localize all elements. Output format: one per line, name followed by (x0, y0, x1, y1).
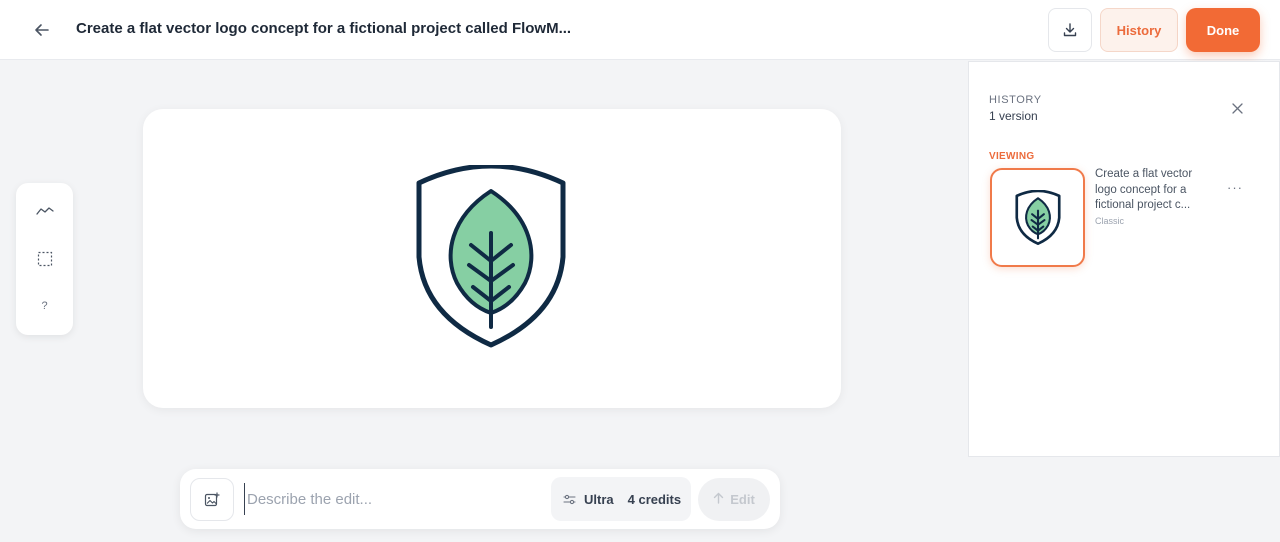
done-button[interactable]: Done (1186, 8, 1260, 52)
history-button[interactable]: History (1100, 8, 1178, 52)
viewing-label: VIEWING (989, 151, 1035, 162)
image-canvas[interactable] (143, 109, 841, 408)
history-heading: HISTORY (989, 94, 1042, 106)
shield-leaf-logo-thumb (1014, 189, 1061, 245)
close-icon (1231, 102, 1243, 114)
help-button[interactable]: ? (16, 288, 73, 324)
page-title: Create a flat vector logo concept for a … (76, 20, 572, 37)
marquee-select-icon (37, 251, 52, 267)
version-count: 1 version (989, 109, 1038, 123)
arrow-up-icon (713, 492, 724, 507)
arrow-left-icon (35, 24, 49, 36)
edit-submit-label: Edit (730, 492, 755, 507)
version-style-tag: Classic (1095, 216, 1125, 226)
model-selector[interactable]: Ultra 4 credits (551, 477, 691, 521)
more-options-icon[interactable]: ··· (1225, 180, 1245, 195)
model-name: Ultra (584, 491, 614, 507)
draw-tool-button[interactable] (16, 193, 73, 229)
version-title[interactable]: Create a flat vector logo concept for a … (1095, 167, 1211, 214)
close-history-button[interactable] (1227, 98, 1247, 118)
edit-description-input[interactable] (244, 483, 534, 515)
freehand-line-icon (35, 207, 54, 215)
tool-palette: ? (16, 183, 73, 335)
edit-submit-button[interactable]: Edit (698, 478, 770, 521)
top-header: Create a flat vector logo concept for a … (0, 0, 1280, 60)
credits-cost: 4 credits (627, 491, 682, 507)
version-thumbnail[interactable] (990, 168, 1085, 267)
attach-image-button[interactable] (190, 478, 234, 521)
back-button[interactable] (28, 16, 56, 44)
sliders-icon (563, 494, 576, 504)
history-panel: HISTORY 1 version VIEWING Create a flat … (968, 61, 1280, 457)
select-tool-button[interactable] (16, 241, 73, 277)
edit-prompt-bar: Ultra 4 credits Edit (180, 469, 780, 529)
download-icon (1063, 23, 1077, 37)
image-add-icon (204, 491, 220, 506)
download-button[interactable] (1048, 8, 1092, 52)
shield-leaf-logo (416, 165, 566, 348)
